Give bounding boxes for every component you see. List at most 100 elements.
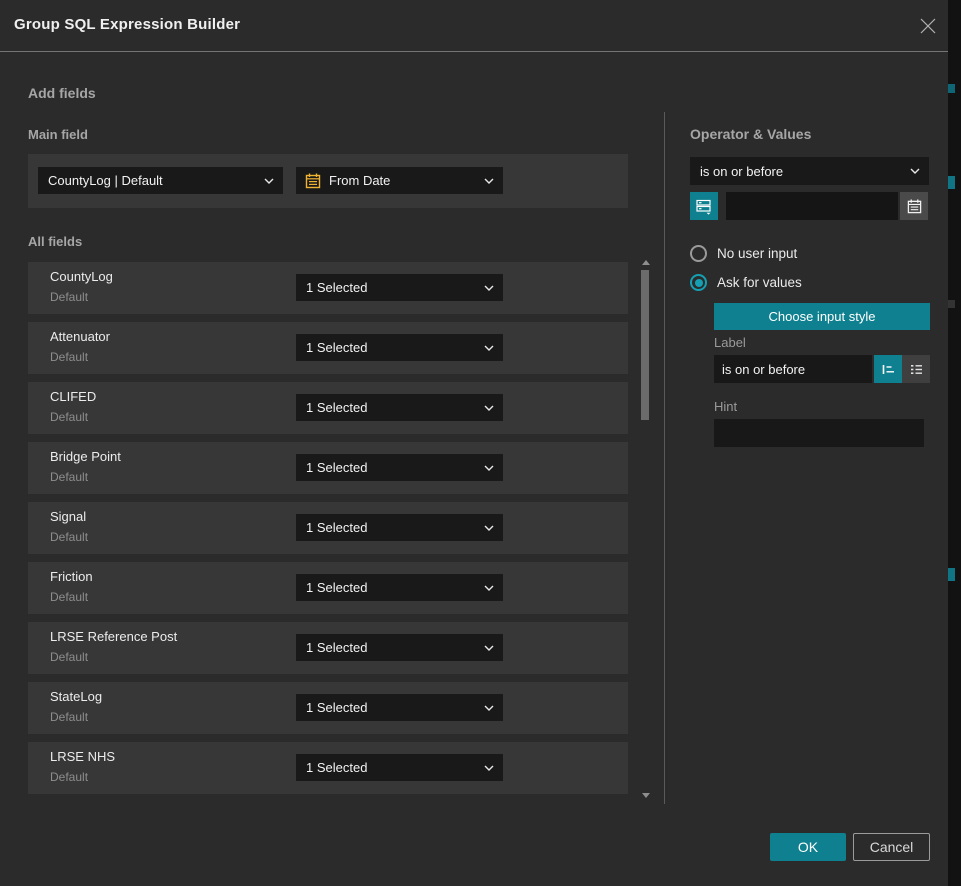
- field-row-selected-value: 1 Selected: [296, 400, 367, 415]
- chevron-down-icon: [484, 345, 494, 351]
- chevron-down-icon: [484, 178, 494, 184]
- chevron-down-icon: [484, 705, 494, 711]
- chevron-down-icon: [484, 285, 494, 291]
- single-line-input-icon: [880, 361, 897, 378]
- field-row: Signal Default 1 Selected: [28, 502, 628, 554]
- field-row-name: Bridge Point: [50, 449, 121, 464]
- field-row-selected-dropdown[interactable]: 1 Selected: [296, 394, 503, 421]
- field-row: Bridge Point Default 1 Selected: [28, 442, 628, 494]
- value-input[interactable]: [726, 192, 898, 220]
- field-row-selected-dropdown[interactable]: 1 Selected: [296, 334, 503, 361]
- field-row-name: CLIFED: [50, 389, 96, 404]
- field-row-name: StateLog: [50, 689, 102, 704]
- chevron-down-icon: [484, 765, 494, 771]
- field-row: Attenuator Default 1 Selected: [28, 322, 628, 374]
- field-row-selected-dropdown[interactable]: 1 Selected: [296, 634, 503, 661]
- main-field-box: CountyLog | Default From Date: [28, 154, 628, 208]
- field-row: LRSE NHS Default 1 Selected: [28, 742, 628, 794]
- field-row-selected-value: 1 Selected: [296, 520, 367, 535]
- field-row-sub: Default: [50, 530, 88, 544]
- group-sql-expression-builder-dialog: Group SQL Expression Builder Add fields …: [0, 0, 948, 886]
- field-row-sub: Default: [50, 470, 88, 484]
- field-row-name: Attenuator: [50, 329, 110, 344]
- label-input[interactable]: [714, 355, 872, 383]
- field-row-name: CountyLog: [50, 269, 113, 284]
- background-fragment: [948, 300, 955, 308]
- background-fragment: [948, 568, 955, 581]
- radio-circle-icon: [690, 245, 707, 262]
- radio-no-user-input[interactable]: No user input: [690, 245, 797, 262]
- field-row-selected-dropdown[interactable]: 1 Selected: [296, 514, 503, 541]
- chevron-down-icon: [484, 525, 494, 531]
- panel-divider: [664, 112, 665, 804]
- values-from-fields-button[interactable]: [690, 192, 718, 220]
- field-row-selected-value: 1 Selected: [296, 460, 367, 475]
- field-row: CLIFED Default 1 Selected: [28, 382, 628, 434]
- close-icon: [919, 17, 937, 35]
- cancel-button[interactable]: Cancel: [853, 833, 930, 861]
- field-row-selected-dropdown[interactable]: 1 Selected: [296, 454, 503, 481]
- operator-select-value: is on or before: [690, 164, 783, 179]
- field-row-selected-dropdown[interactable]: 1 Selected: [296, 694, 503, 721]
- dialog-title: Group SQL Expression Builder: [14, 16, 240, 33]
- field-row-name: Signal: [50, 509, 86, 524]
- scroll-down-arrow-icon[interactable]: [642, 793, 650, 798]
- field-row-selected-value: 1 Selected: [296, 640, 367, 655]
- radio-no-user-input-label: No user input: [717, 246, 797, 261]
- field-row-selected-value: 1 Selected: [296, 280, 367, 295]
- hint-input[interactable]: [714, 419, 924, 447]
- label-label: Label: [714, 335, 746, 350]
- choose-input-style-button[interactable]: Choose input style: [714, 303, 930, 330]
- field-row-selected-value: 1 Selected: [296, 580, 367, 595]
- chevron-down-icon: [910, 168, 920, 174]
- field-row-selected-value: 1 Selected: [296, 340, 367, 355]
- field-row: Friction Default 1 Selected: [28, 562, 628, 614]
- field-row-name: LRSE NHS: [50, 749, 115, 764]
- main-layer-select-value: CountyLog | Default: [38, 173, 163, 188]
- chevron-down-icon: [484, 465, 494, 471]
- radio-ask-for-values-label: Ask for values: [717, 275, 802, 290]
- field-row-sub: Default: [50, 410, 88, 424]
- main-layer-select[interactable]: CountyLog | Default: [38, 167, 283, 194]
- date-picker-button[interactable]: [900, 192, 928, 220]
- background-fragment: [948, 84, 955, 93]
- field-row: LRSE Reference Post Default 1 Selected: [28, 622, 628, 674]
- close-button[interactable]: [916, 14, 940, 38]
- field-row-sub: Default: [50, 770, 88, 784]
- all-fields-label: All fields: [28, 234, 82, 249]
- stacked-input-icon: [695, 197, 713, 215]
- field-row-name: Friction: [50, 569, 93, 584]
- main-field-select-value: From Date: [321, 173, 390, 188]
- add-fields-heading: Add fields: [28, 85, 96, 101]
- scroll-up-arrow-icon[interactable]: [642, 260, 650, 265]
- radio-ask-for-values[interactable]: Ask for values: [690, 274, 802, 291]
- chevron-down-icon: [484, 585, 494, 591]
- field-row-selected-dropdown[interactable]: 1 Selected: [296, 574, 503, 601]
- field-row-sub: Default: [50, 350, 88, 364]
- field-row-selected-dropdown[interactable]: 1 Selected: [296, 754, 503, 781]
- calendar-icon: [305, 173, 321, 189]
- ok-button[interactable]: OK: [770, 833, 846, 861]
- field-row-selected-dropdown[interactable]: 1 Selected: [296, 274, 503, 301]
- chevron-down-icon: [264, 178, 274, 184]
- background-app-sliver: [948, 0, 961, 886]
- scrollbar-thumb[interactable]: [641, 270, 649, 420]
- field-row-selected-value: 1 Selected: [296, 760, 367, 775]
- field-row-sub: Default: [50, 290, 88, 304]
- chevron-down-icon: [484, 645, 494, 651]
- main-field-select[interactable]: From Date: [296, 167, 503, 194]
- radio-circle-checked-icon: [690, 274, 707, 291]
- calendar-icon: [907, 199, 922, 214]
- single-value-style-button[interactable]: [874, 355, 902, 383]
- all-fields-scrollbar[interactable]: [641, 258, 650, 800]
- chevron-down-icon: [484, 405, 494, 411]
- field-row-selected-value: 1 Selected: [296, 700, 367, 715]
- list-values-style-button[interactable]: [902, 355, 930, 383]
- list-values-icon: [908, 361, 925, 378]
- main-field-label: Main field: [28, 127, 88, 142]
- hint-label: Hint: [714, 399, 737, 414]
- operator-select[interactable]: is on or before: [690, 157, 929, 185]
- field-row-name: LRSE Reference Post: [50, 629, 177, 644]
- field-row-sub: Default: [50, 590, 88, 604]
- field-row-sub: Default: [50, 710, 88, 724]
